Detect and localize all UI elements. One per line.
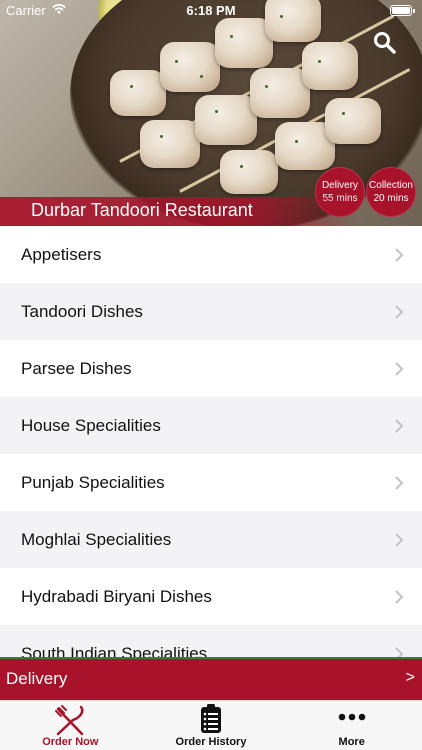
tab-label: More	[338, 736, 365, 748]
menu-category-item[interactable]: Moghlai Specialities	[0, 511, 422, 568]
delivery-mode-label: Delivery	[6, 669, 68, 688]
menu-category-item[interactable]: Parsee Dishes	[0, 340, 422, 397]
menu-category-item[interactable]: Hydrabadi Biryani Dishes	[0, 568, 422, 625]
chevron-right-icon	[395, 647, 404, 657]
menu-category-label: South Indian Specialities	[21, 643, 208, 658]
battery-icon	[390, 5, 415, 16]
tab-label: Order Now	[42, 736, 99, 748]
restaurant-title-band: Durbar Tandoori Restaurant	[0, 197, 422, 226]
clipboard-list-icon	[201, 704, 221, 733]
menu-category-item[interactable]: Punjab Specialities	[0, 454, 422, 511]
kebab-piece	[195, 95, 257, 145]
chevron-right-icon	[395, 476, 404, 490]
menu-category-item[interactable]: Appetisers	[0, 226, 422, 283]
clock: 6:18 PM	[186, 3, 236, 18]
search-icon	[374, 32, 396, 54]
chevron-right-icon	[395, 533, 404, 547]
menu-category-item[interactable]: South Indian Specialities	[0, 625, 422, 657]
fork-knife-icon	[55, 705, 84, 736]
menu-category-item[interactable]: Tandoori Dishes	[0, 283, 422, 340]
chevron-right-icon	[395, 248, 404, 262]
kebab-piece	[250, 68, 310, 118]
kebab-piece	[302, 42, 358, 90]
kebab-piece	[160, 42, 220, 92]
menu-category-label: House Specialities	[21, 415, 161, 435]
menu-category-label: Tandoori Dishes	[21, 301, 143, 321]
menu-category-label: Moghlai Specialities	[21, 529, 172, 549]
delivery-badge-label: Delivery	[321, 180, 359, 191]
kebab-piece	[325, 98, 381, 144]
chevron-right-icon	[395, 419, 404, 433]
status-bar: Carrier 6:18 PM	[0, 0, 422, 22]
tab-order-now[interactable]: Order Now	[0, 701, 141, 750]
delivery-mode-bar[interactable]: Delivery >	[0, 657, 422, 700]
tab-bar: Order Now Order History More	[0, 700, 422, 750]
menu-category-label: Parsee Dishes	[21, 358, 132, 378]
chevron-right-icon	[395, 590, 404, 604]
restaurant-name: Durbar Tandoori Restaurant	[31, 200, 253, 220]
menu-category-label: Appetisers	[21, 244, 102, 264]
menu-category-label: Punjab Specialities	[21, 472, 165, 492]
tab-order-history[interactable]: Order History	[141, 701, 282, 750]
chevron-right-icon	[395, 305, 404, 319]
kebab-piece	[140, 120, 200, 168]
kebab-piece	[220, 150, 278, 194]
tab-label: Order History	[175, 736, 247, 748]
search-button[interactable]	[372, 30, 398, 56]
menu-category-list[interactable]: Appetisers Tandoori Dishes Parsee Dishes…	[0, 226, 422, 657]
tab-more[interactable]: More	[281, 701, 422, 750]
collection-badge-label: Collection	[369, 180, 413, 191]
menu-category-item[interactable]: House Specialities	[0, 397, 422, 454]
delivery-arrow: >	[405, 669, 415, 686]
more-dots-icon	[338, 713, 365, 721]
kebab-piece	[110, 70, 166, 116]
chevron-right-icon	[395, 362, 404, 376]
menu-category-label: Hydrabadi Biryani Dishes	[21, 586, 212, 606]
